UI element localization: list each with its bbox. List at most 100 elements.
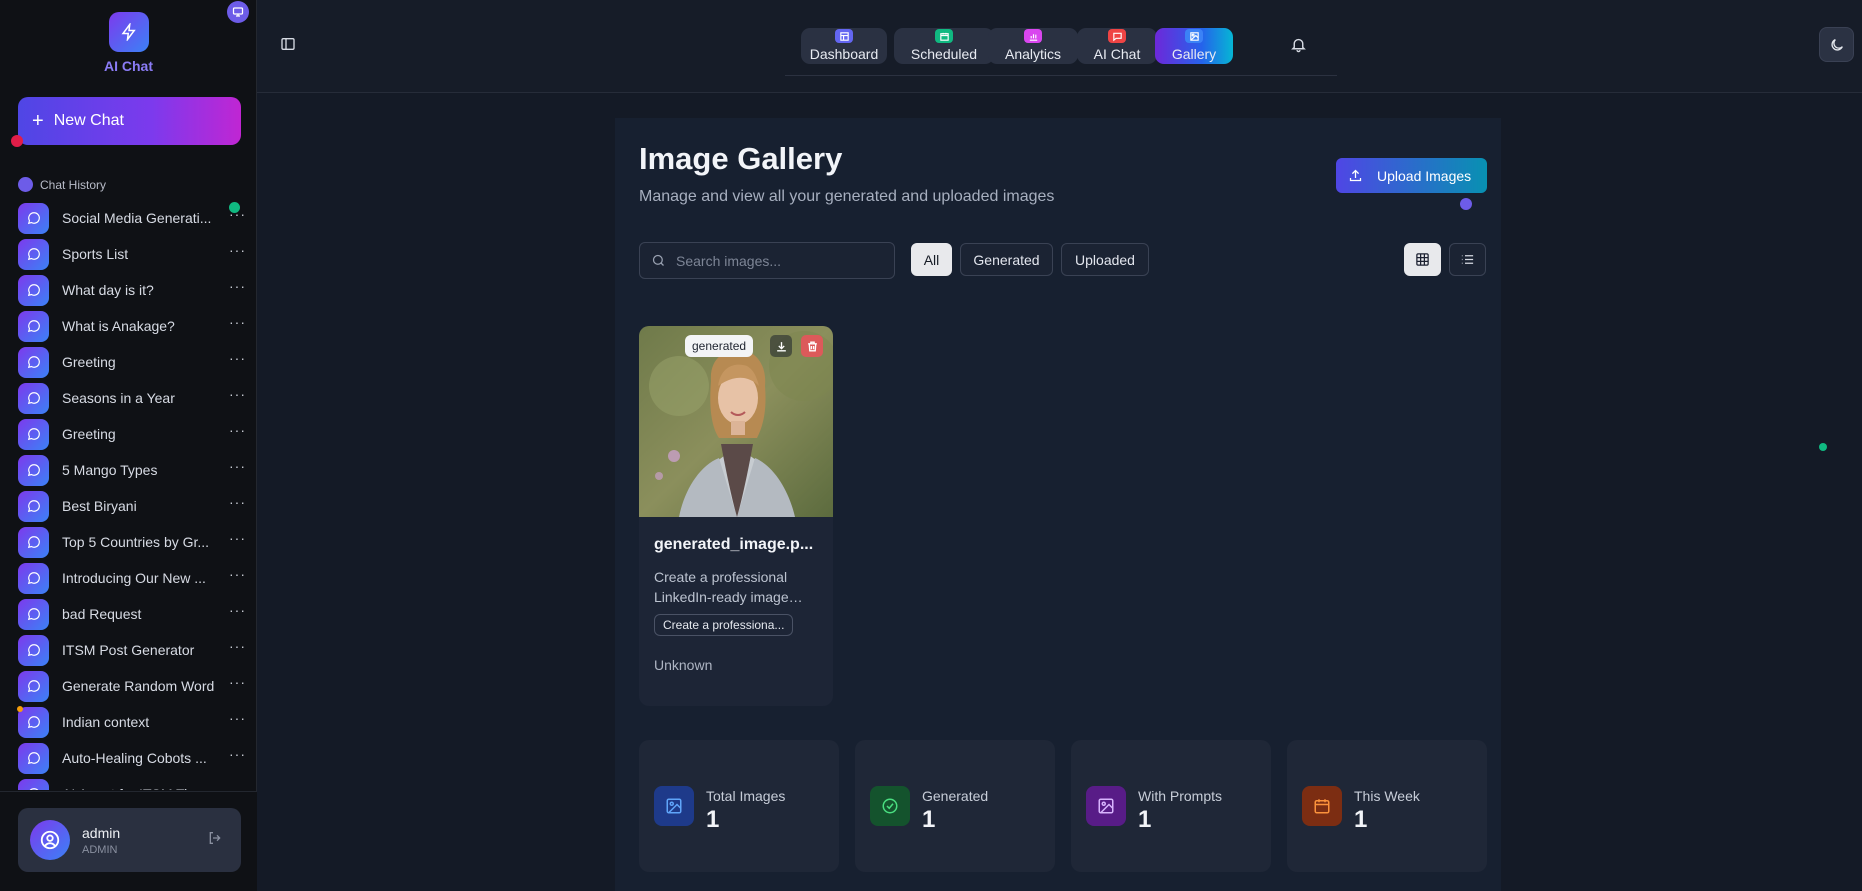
- chat-history-item[interactable]: Introducing Our New ... ···: [18, 560, 246, 596]
- chat-history-item[interactable]: Social Media Generati... ···: [18, 200, 246, 236]
- chat-history-item[interactable]: Indian context ···: [18, 704, 246, 740]
- type-badge: generated: [685, 335, 754, 357]
- more-options-icon[interactable]: ···: [229, 638, 246, 654]
- sidebar: AI Chat + New Chat Chat History Social M…: [0, 0, 257, 891]
- more-options-icon[interactable]: ···: [229, 530, 246, 546]
- grid-view-button[interactable]: [1404, 243, 1441, 276]
- chat-history-item[interactable]: AI Agent for ITSM Tic... ···: [18, 776, 246, 790]
- chat-title: What is Anakage?: [62, 318, 175, 334]
- stat-this-week: This Week 1: [1287, 740, 1487, 872]
- logout-icon[interactable]: [207, 830, 223, 846]
- chat-history-item[interactable]: What is Anakage? ···: [18, 308, 246, 344]
- tab-analytics[interactable]: Analytics: [988, 28, 1078, 64]
- indicator-dot: [1460, 198, 1472, 210]
- more-options-icon[interactable]: ···: [229, 566, 246, 582]
- more-options-icon[interactable]: ···: [229, 782, 246, 790]
- more-options-icon[interactable]: ···: [229, 494, 246, 510]
- dashboard-icon: [835, 29, 853, 43]
- more-options-icon[interactable]: ···: [229, 386, 246, 402]
- chat-history-item[interactable]: bad Request ···: [18, 596, 246, 632]
- chat-bubble-icon: [18, 778, 49, 790]
- chat-bubble-icon: [18, 418, 49, 450]
- search-box[interactable]: [639, 242, 895, 279]
- chat-history-item[interactable]: Auto-Healing Cobots ... ···: [18, 740, 246, 776]
- chat-bubble-icon: [18, 274, 49, 306]
- tab-scheduled[interactable]: Scheduled: [894, 28, 994, 64]
- more-options-icon[interactable]: ···: [229, 602, 246, 618]
- user-card[interactable]: admin ADMIN: [18, 808, 241, 872]
- more-options-icon[interactable]: ···: [229, 278, 246, 294]
- chat-bubble-icon: [18, 238, 49, 270]
- chat-bubble-icon: [18, 634, 49, 666]
- chat-history-item[interactable]: Greeting ···: [18, 344, 246, 380]
- list-view-button[interactable]: [1449, 243, 1486, 276]
- top-header: Dashboard Scheduled Analytics AI Chat Galler…: [257, 0, 1862, 93]
- chat-title: Sports List: [62, 246, 129, 262]
- calendar-icon: [935, 29, 953, 43]
- filter-all[interactable]: All: [911, 243, 952, 276]
- chat-bubble-icon: [18, 310, 49, 342]
- upload-icon: [1349, 169, 1362, 182]
- chat-history-item[interactable]: Generate Random Word ···: [18, 668, 246, 704]
- new-chat-label: New Chat: [53, 112, 124, 129]
- stat-label: With Prompts: [1138, 788, 1223, 804]
- tab-dashboard[interactable]: Dashboard: [801, 28, 887, 64]
- stat-label: Generated: [922, 788, 989, 804]
- chat-bubble-icon: [18, 562, 49, 594]
- stat-generated: Generated 1: [855, 740, 1055, 872]
- image-name: generated_image.p...: [654, 536, 814, 553]
- more-options-icon[interactable]: ···: [229, 674, 246, 690]
- notification-dot: [11, 135, 23, 147]
- stat-value: 1: [922, 806, 936, 833]
- chat-title: 5 Mango Types: [62, 462, 158, 478]
- user-name: admin: [82, 824, 121, 841]
- chat-bubble-icon: [18, 454, 49, 486]
- search-icon: [652, 254, 664, 266]
- new-chat-button[interactable]: + New Chat: [18, 97, 241, 145]
- trash-icon[interactable]: [801, 335, 823, 357]
- tab-gallery[interactable]: Gallery: [1155, 28, 1233, 64]
- chat-title: Best Biryani: [62, 498, 137, 514]
- more-options-icon[interactable]: ···: [229, 710, 246, 726]
- more-options-icon[interactable]: ···: [229, 422, 246, 438]
- more-options-icon[interactable]: ···: [229, 314, 246, 330]
- chat-icon: [1108, 29, 1126, 43]
- chat-history-item[interactable]: ITSM Post Generator ···: [18, 632, 246, 668]
- stat-with-prompts: With Prompts 1: [1071, 740, 1271, 872]
- tab-ai-chat[interactable]: AI Chat: [1077, 28, 1157, 64]
- image-thumbnail[interactable]: generated: [639, 326, 833, 517]
- search-input[interactable]: [676, 252, 876, 269]
- chat-history-item[interactable]: Sports List ···: [18, 236, 246, 272]
- more-options-icon[interactable]: ···: [229, 458, 246, 474]
- user-role: ADMIN: [82, 843, 118, 856]
- filter-uploaded[interactable]: Uploaded: [1061, 243, 1149, 276]
- chat-bubble-icon: [18, 598, 49, 630]
- stat-total-images: Total Images 1: [639, 740, 839, 872]
- chat-title: Social Media Generati...: [62, 210, 212, 226]
- chat-history-item[interactable]: Best Biryani ···: [18, 488, 246, 524]
- more-options-icon[interactable]: ···: [229, 746, 246, 762]
- sidebar-toggle-icon[interactable]: [280, 36, 296, 52]
- more-options-icon[interactable]: ···: [229, 350, 246, 366]
- upload-images-button[interactable]: Upload Images: [1336, 158, 1487, 193]
- filter-generated[interactable]: Generated: [960, 243, 1053, 276]
- image-description: Create a professional LinkedIn-ready ima…: [654, 569, 803, 605]
- chat-history-item[interactable]: Top 5 Countries by Gr... ···: [18, 524, 246, 560]
- chat-history-item[interactable]: Greeting ···: [18, 416, 246, 452]
- theme-toggle-button[interactable]: [1819, 27, 1854, 62]
- prompt-chip[interactable]: Create a professiona...: [654, 614, 794, 636]
- more-options-icon[interactable]: ···: [229, 242, 246, 258]
- chat-history-item[interactable]: What day is it? ···: [18, 272, 246, 308]
- chat-bubble-icon: [18, 490, 49, 522]
- download-icon[interactable]: [770, 335, 792, 357]
- image-card[interactable]: generated generated_image.p... Create a …: [639, 326, 833, 706]
- page-title: Image Gallery: [639, 141, 843, 176]
- list-icon: [1461, 255, 1474, 264]
- chat-title: ITSM Post Generator: [62, 642, 195, 658]
- stat-value: 1: [706, 806, 720, 833]
- chat-history-item[interactable]: 5 Mango Types ···: [18, 452, 246, 488]
- chat-title: AI Agent for ITSM Tic...: [62, 786, 217, 790]
- chat-history-item[interactable]: Seasons in a Year ···: [18, 380, 246, 416]
- bell-icon[interactable]: [1290, 36, 1307, 53]
- main-nav: Dashboard Scheduled Analytics AI Chat Galler…: [785, 14, 1337, 76]
